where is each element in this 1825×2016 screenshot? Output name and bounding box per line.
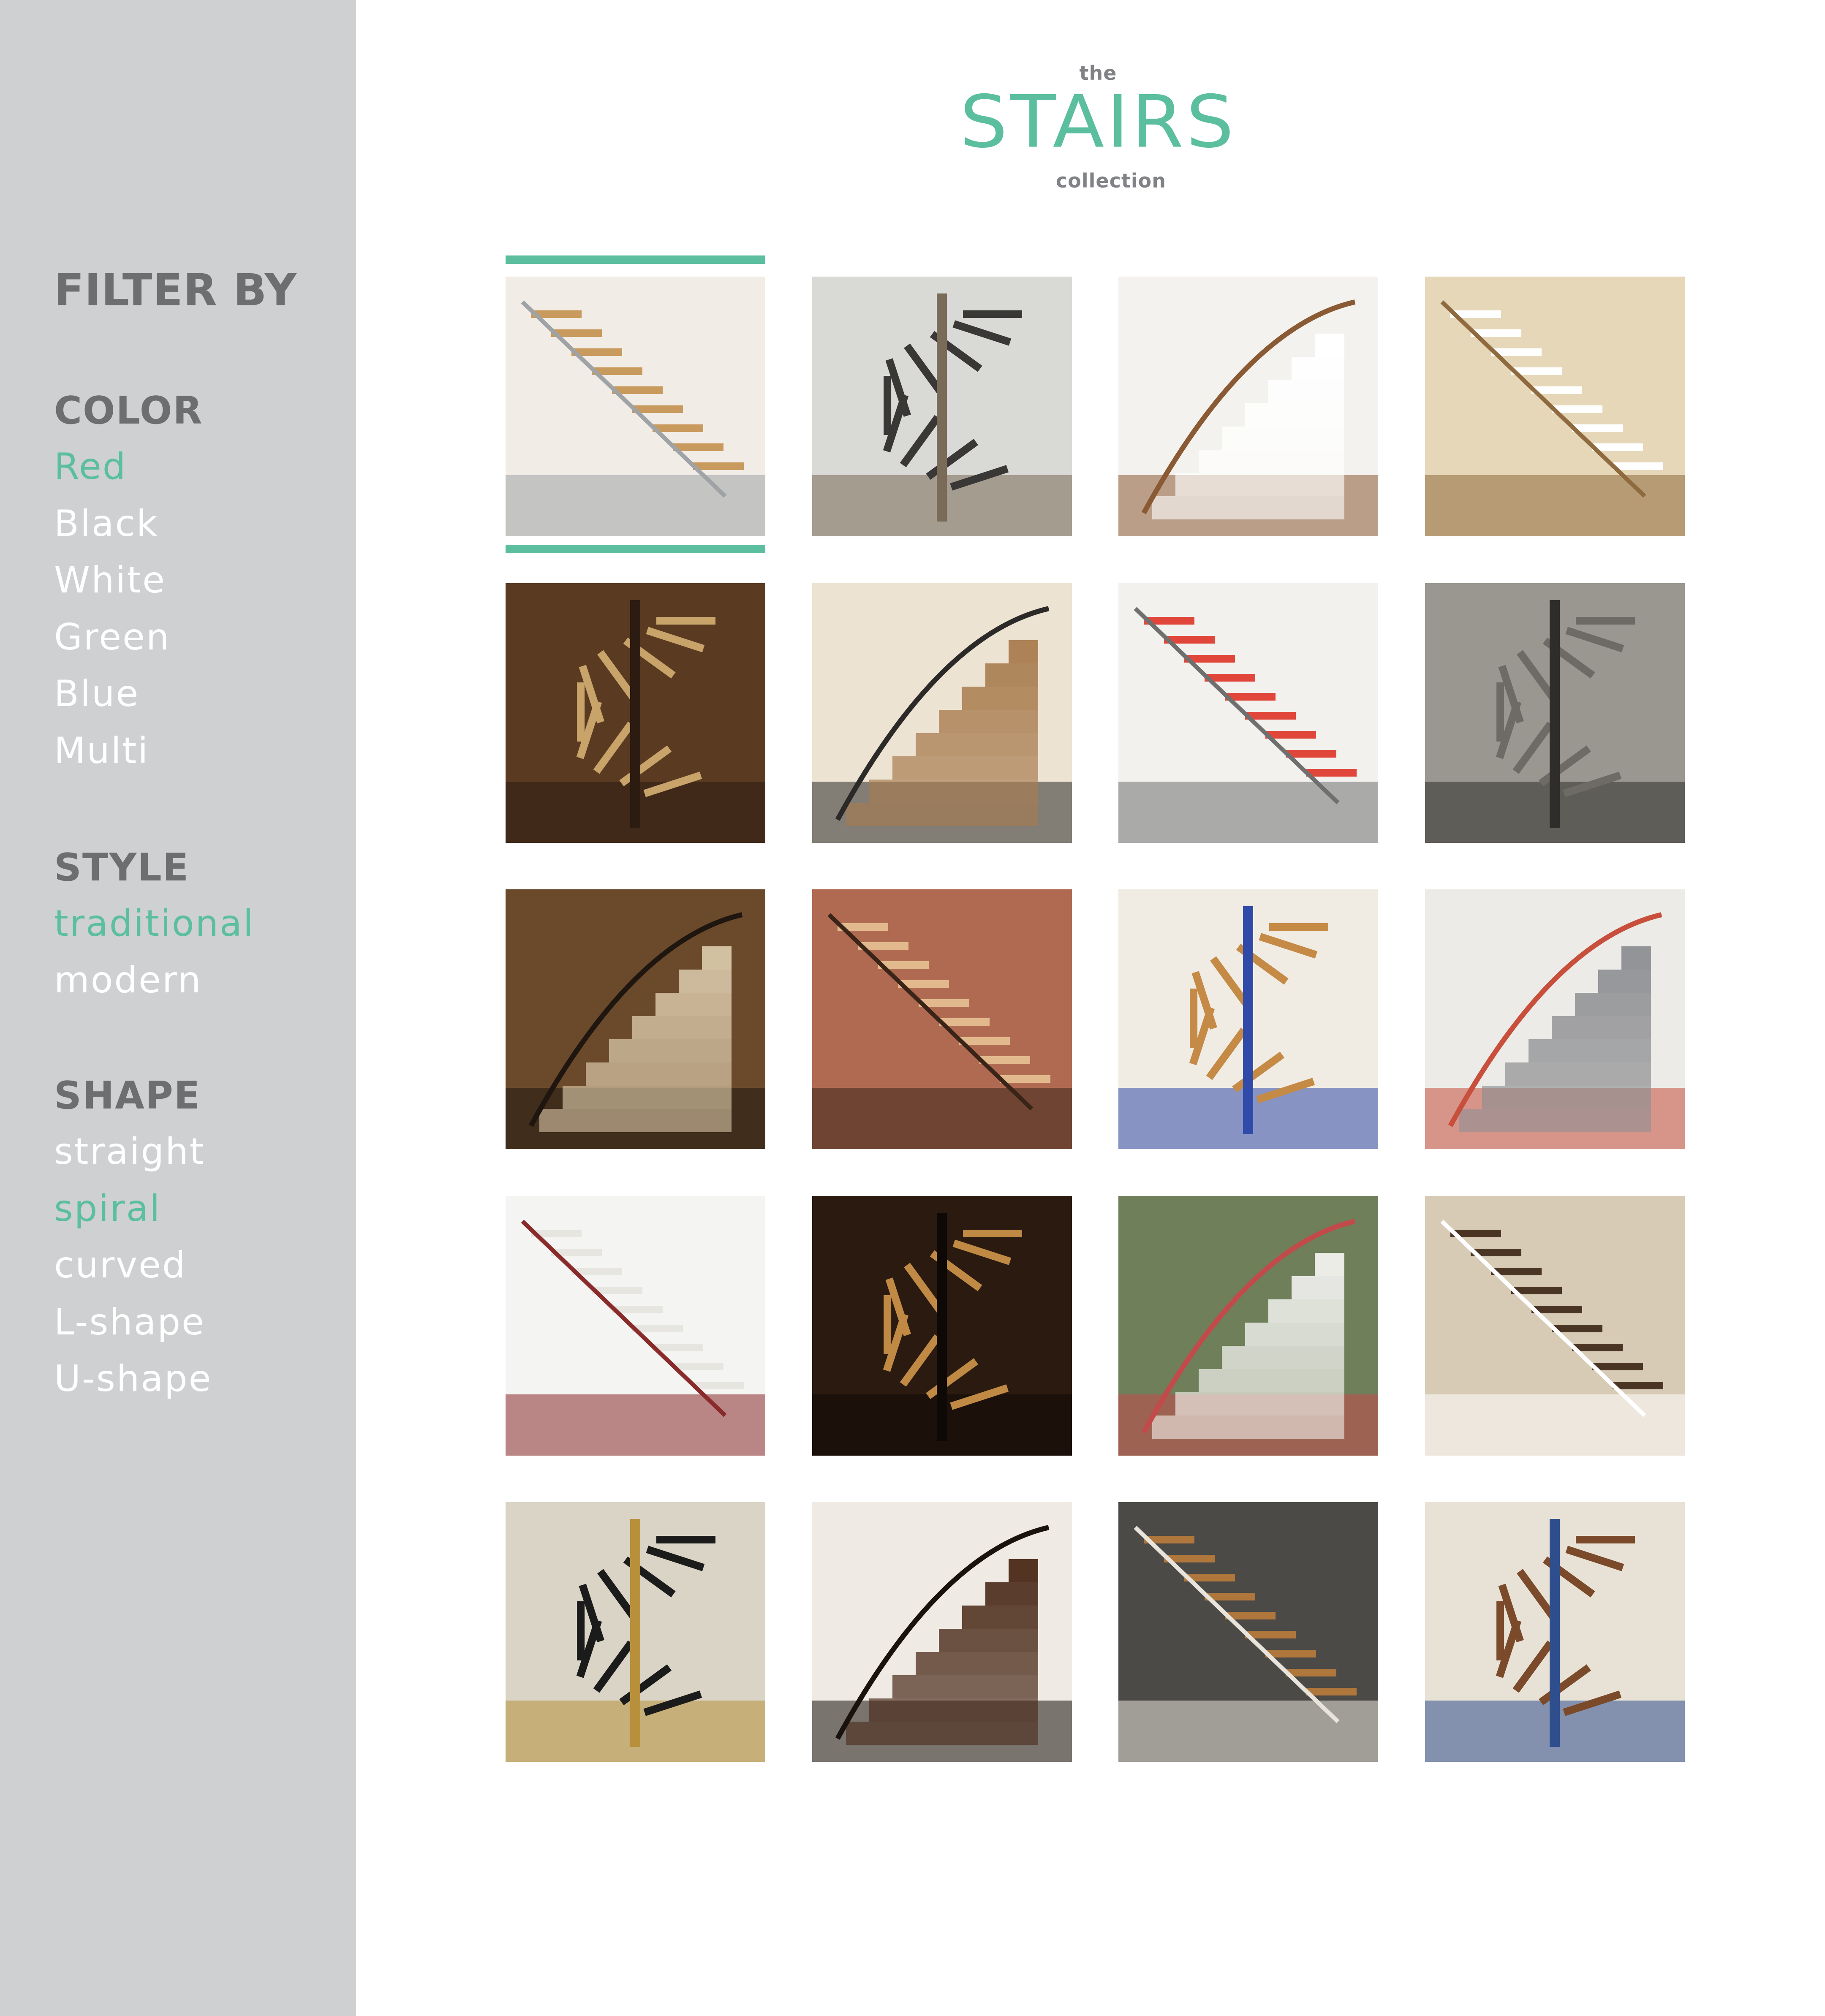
photo-stairs-dark-victorian-hall-image — [812, 1196, 1072, 1456]
app-page: FILTER BY COLOR Red Black White Green Bl… — [0, 0, 1825, 2016]
photo-stairs-white-hallway-rug-image — [506, 1196, 765, 1456]
photo-stairs-red-spiral-modern[interactable] — [1118, 583, 1378, 843]
photo-stairs-white-compact-wood-treads-image — [506, 277, 765, 536]
selected-bottom-bar — [506, 545, 765, 553]
filter-option-modern[interactable]: modern — [54, 962, 202, 998]
filter-sidebar: FILTER BY COLOR Red Black White Green Bl… — [0, 0, 356, 2016]
photo-stairs-grey-steel-bookcase[interactable] — [1425, 889, 1685, 1149]
photo-stairs-marble-curved-brass-rail-image — [506, 1502, 765, 1762]
filter-option-green[interactable]: Green — [54, 619, 170, 655]
photo-stairs-concrete-narrow-image — [1425, 583, 1685, 843]
photo-stairs-marble-curved-brass-rail[interactable] — [506, 1502, 765, 1762]
photo-stairs-loft-industrial-wood[interactable] — [1118, 1502, 1378, 1762]
filter-heading-style: STYLE — [54, 845, 190, 890]
selected-top-bar — [506, 255, 765, 264]
photo-stairs-curved-floating-wood-image — [1425, 1196, 1685, 1456]
filter-heading-shape: SHAPE — [54, 1073, 201, 1118]
photo-stairs-white-spiral-green-room[interactable] — [1118, 1196, 1378, 1456]
photo-stairs-spiral-wood-cream-wall[interactable] — [812, 583, 1072, 843]
photo-stairs-white-floating-modern[interactable] — [1118, 277, 1378, 536]
brand-title: STAIRS — [960, 80, 1237, 164]
photo-stairs-white-hallway-rug[interactable] — [506, 1196, 765, 1456]
photo-stairs-concrete-narrow[interactable] — [1425, 583, 1685, 843]
photo-stairs-spiral-wood-cream-wall-image — [812, 583, 1072, 843]
photo-stairs-dark-spiral-wood-window-image — [812, 1502, 1072, 1762]
photo-stairs-wrought-iron-spiral-red-room[interactable] — [812, 889, 1072, 1149]
photo-stairs-black-steel-with-dog-image — [812, 277, 1072, 536]
filter-option-black[interactable]: Black — [54, 505, 159, 542]
filter-title: FILTER BY — [54, 264, 297, 316]
photo-stairs-dark-spiral-wood-window[interactable] — [812, 1502, 1072, 1762]
filter-option-blue[interactable]: Blue — [54, 676, 139, 712]
photo-stairs-loft-industrial-wood-image — [1118, 1502, 1378, 1762]
photo-stairs-dark-victorian-hall[interactable] — [812, 1196, 1072, 1456]
photo-stairs-library-ladder-bedroom-image — [506, 583, 765, 843]
photo-stairs-wrought-iron-spiral-red-room-image — [812, 889, 1072, 1149]
filter-option-red[interactable]: Red — [54, 448, 127, 485]
photo-stairs-bookshelf-under-stair-image — [1425, 277, 1685, 536]
photo-stairs-white-floating-modern-image — [1118, 277, 1378, 536]
photo-stairs-library-ladder-bedroom[interactable] — [506, 583, 765, 843]
brand-suffix: collection — [1056, 169, 1166, 192]
photo-stairs-ornate-spiral-library-image — [506, 889, 765, 1149]
filter-option-curved[interactable]: curved — [54, 1247, 187, 1283]
filter-option-white[interactable]: White — [54, 562, 166, 598]
photo-stairs-bookshelf-under-stair[interactable] — [1425, 277, 1685, 536]
photo-stairs-grey-steel-bookcase-image — [1425, 889, 1685, 1149]
filter-option-straight[interactable]: straight — [54, 1133, 205, 1170]
photo-stairs-patterned-tile-risers[interactable] — [1425, 1502, 1685, 1762]
filter-heading-color: COLOR — [54, 389, 203, 433]
photo-stairs-white-spiral-green-room-image — [1118, 1196, 1378, 1456]
photo-stairs-wooden-zigzag-blue-image — [1118, 889, 1378, 1149]
filter-option-l-shape[interactable]: L-shape — [54, 1304, 205, 1340]
photo-stairs-white-compact-wood-treads[interactable] — [506, 277, 765, 536]
filter-option-u-shape[interactable]: U-shape — [54, 1361, 212, 1397]
photo-stairs-curved-floating-wood[interactable] — [1425, 1196, 1685, 1456]
photo-stairs-wooden-zigzag-blue[interactable] — [1118, 889, 1378, 1149]
filter-option-spiral[interactable]: spiral — [54, 1190, 161, 1227]
photo-stairs-patterned-tile-risers-image — [1425, 1502, 1685, 1762]
filter-option-multi[interactable]: Multi — [54, 733, 149, 769]
photo-stairs-black-steel-with-dog[interactable] — [812, 277, 1072, 536]
photo-stairs-red-spiral-modern-image — [1118, 583, 1378, 843]
filter-option-traditional[interactable]: traditional — [54, 905, 255, 942]
photo-stairs-ornate-spiral-library[interactable] — [506, 889, 765, 1149]
